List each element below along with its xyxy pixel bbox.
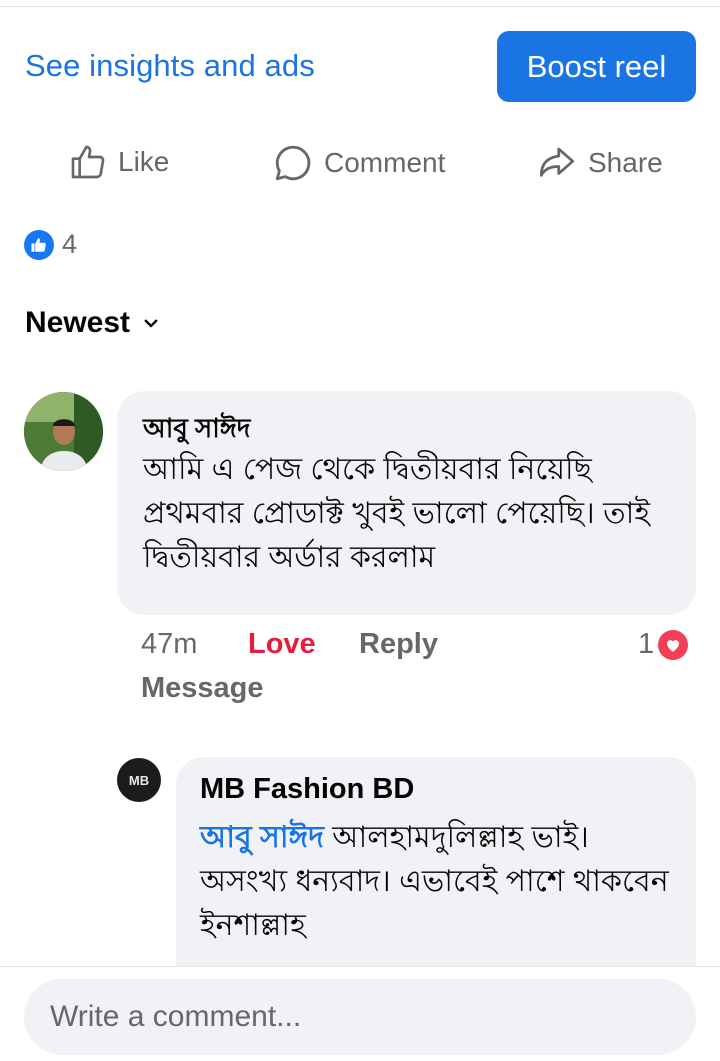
post-action-bar: Like Comment Share <box>0 140 720 190</box>
reply-author[interactable]: MB Fashion BD <box>200 773 414 806</box>
chevron-down-icon <box>144 319 158 328</box>
avatar-logo-text: MB <box>128 772 150 788</box>
avatar[interactable] <box>24 392 103 471</box>
reaction-count: 4 <box>62 229 78 259</box>
comment-bubble-icon <box>275 145 311 181</box>
comment-label: Comment <box>324 147 446 178</box>
see-insights-link[interactable]: See insights and ads <box>25 48 315 84</box>
sort-label: Newest <box>25 306 131 339</box>
reply-text: আবু সাঈদ আলহামদুলিল্লাহ ভাই। অসংখ্য ধন্য… <box>200 816 680 948</box>
like-label: Like <box>118 146 170 177</box>
comment-reaction-count[interactable]: 1 <box>638 628 689 661</box>
comment-sort-dropdown[interactable]: Newest <box>25 306 160 340</box>
message-button[interactable]: Message <box>141 672 264 705</box>
comment-input[interactable] <box>24 979 696 1055</box>
comment-author[interactable]: আবু সাঈদ <box>143 408 250 452</box>
reply-button[interactable]: Reply <box>359 628 438 661</box>
share-arrow-icon <box>539 147 575 177</box>
thumbs-up-icon <box>71 145 105 179</box>
comment-timestamp[interactable]: 47m <box>141 628 197 661</box>
like-button[interactable]: Like <box>68 142 169 182</box>
top-divider <box>0 6 720 7</box>
share-label: Share <box>588 147 663 178</box>
boost-reel-button[interactable]: Boost reel <box>497 31 696 102</box>
page-avatar[interactable]: MB <box>117 758 161 802</box>
share-button[interactable]: Share <box>536 142 663 184</box>
reaction-count-number: 1 <box>638 628 655 660</box>
comment-text: আমি এ পেজ থেকে দ্বিতীয়বার নিয়েছি প্রথম… <box>143 453 650 574</box>
comment-button[interactable]: Comment <box>272 142 445 184</box>
heart-icon <box>658 629 689 660</box>
love-reaction-button[interactable]: Love <box>248 628 316 661</box>
mention-link[interactable]: আবু সাঈদ <box>200 821 324 854</box>
like-reaction-icon <box>24 229 54 260</box>
reaction-summary[interactable]: 4 <box>24 229 77 260</box>
